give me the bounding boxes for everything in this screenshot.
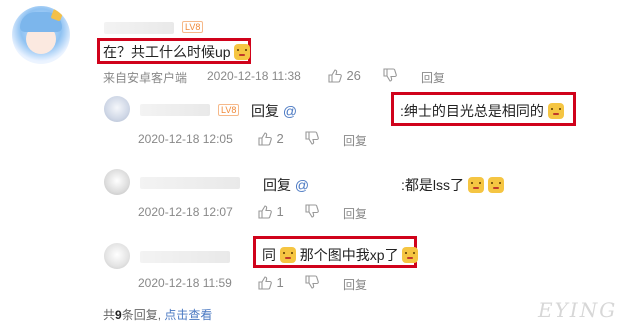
comment-text: 在？共工什么时候up bbox=[103, 42, 251, 62]
username[interactable] bbox=[104, 22, 174, 34]
thumbs-up-icon bbox=[258, 132, 272, 146]
dog-emoji-icon bbox=[487, 177, 504, 193]
like-button[interactable]: 1 bbox=[258, 203, 284, 221]
thumbs-down-icon[interactable] bbox=[305, 131, 319, 145]
mention-link[interactable]: @ bbox=[283, 103, 297, 119]
reply-count-suffix: 条回复, bbox=[121, 308, 162, 322]
like-count: 2 bbox=[276, 131, 284, 146]
mention-link[interactable]: @ bbox=[295, 177, 309, 193]
reply-count-prefix: 共 bbox=[103, 308, 116, 322]
like-count: 1 bbox=[276, 275, 284, 290]
reply-text: :都是lss了 bbox=[401, 177, 464, 193]
dog-emoji-icon bbox=[467, 177, 484, 193]
dog-emoji-icon bbox=[279, 247, 296, 263]
reply-prefix: 回复 bbox=[263, 177, 291, 193]
dog-emoji-icon bbox=[547, 103, 564, 119]
reply-button[interactable]: 回复 bbox=[343, 205, 367, 222]
like-count: 1 bbox=[276, 204, 284, 219]
reply-avatar[interactable] bbox=[104, 96, 130, 122]
reply-count-number: 9 bbox=[115, 308, 122, 322]
comment-text-content: 在？共工什么时候up bbox=[103, 44, 231, 60]
like-button[interactable]: 1 bbox=[258, 274, 284, 292]
thumbs-down-icon[interactable] bbox=[305, 275, 319, 289]
like-count: 26 bbox=[346, 68, 361, 83]
reply-username[interactable] bbox=[140, 104, 210, 116]
timestamp: 2020-12-18 11:38 bbox=[207, 69, 301, 83]
reply-username[interactable] bbox=[140, 251, 230, 263]
reply-avatar[interactable] bbox=[104, 169, 130, 195]
level-badge: LV8 bbox=[218, 104, 240, 116]
reply-button[interactable]: 回复 bbox=[343, 276, 367, 293]
thumbs-up-icon bbox=[258, 205, 272, 219]
reply-text-end: 那个图中我xp了 bbox=[299, 247, 399, 263]
thumbs-up-icon bbox=[328, 69, 342, 83]
view-replies-link[interactable]: 点击查看 bbox=[164, 308, 212, 322]
like-button[interactable]: 26 bbox=[328, 67, 361, 85]
reply-avatar[interactable] bbox=[104, 243, 130, 269]
timestamp: 2020-12-18 11:59 bbox=[138, 276, 232, 290]
user-avatar[interactable] bbox=[12, 6, 70, 64]
like-button[interactable]: 2 bbox=[258, 130, 284, 148]
reply-prefix: 回复 bbox=[251, 103, 279, 119]
thumbs-down-icon[interactable] bbox=[383, 68, 397, 82]
thumbs-up-icon bbox=[258, 276, 272, 290]
thumbs-down-icon[interactable] bbox=[305, 204, 319, 218]
dog-emoji-icon bbox=[402, 247, 419, 263]
reply-username[interactable] bbox=[140, 177, 240, 189]
timestamp: 2020-12-18 12:05 bbox=[138, 132, 233, 146]
level-badge: LV8 bbox=[182, 21, 204, 33]
reply-button[interactable]: 回复 bbox=[343, 132, 367, 149]
reply-button[interactable]: 回复 bbox=[421, 69, 445, 86]
reply-count: 共9条回复, 点击查看 bbox=[103, 306, 212, 323]
watermark: EYING bbox=[538, 298, 618, 322]
reply-text: :绅士的目光总是相同的 bbox=[400, 103, 544, 119]
client-source: 来自安卓客户端 bbox=[103, 71, 188, 85]
dog-emoji-icon bbox=[234, 44, 251, 60]
reply-text-start: 同 bbox=[262, 247, 276, 263]
timestamp: 2020-12-18 12:07 bbox=[138, 205, 233, 219]
